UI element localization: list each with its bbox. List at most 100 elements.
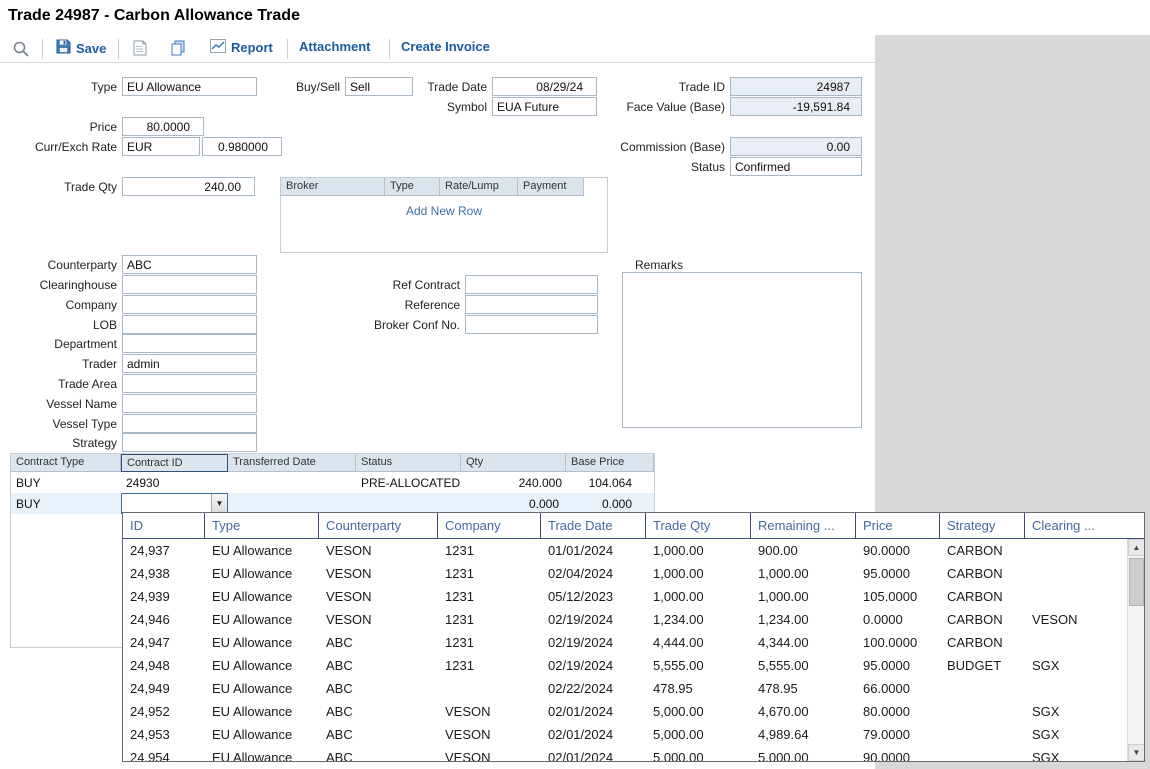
cell-id[interactable]: 24,952: [123, 700, 205, 723]
cell-remaining[interactable]: 4,670.00: [751, 700, 856, 723]
dropdown-header-strategy[interactable]: Strategy: [940, 513, 1025, 539]
cell-price[interactable]: 105.0000: [856, 585, 940, 608]
cell-counterparty[interactable]: ABC: [319, 746, 438, 761]
cell-remaining[interactable]: 4,989.64: [751, 723, 856, 746]
dropdown-result-row[interactable]: 24,949EU AllowanceABC02/22/2024478.95478…: [123, 677, 1127, 700]
cell-base-price[interactable]: 0.000: [566, 493, 654, 514]
cell-remaining[interactable]: 1,000.00: [751, 562, 856, 585]
cell-transferred-date[interactable]: [228, 472, 356, 493]
type-input[interactable]: [122, 77, 257, 96]
cell-counterparty[interactable]: VESON: [319, 562, 438, 585]
cell-counterparty[interactable]: VESON: [319, 539, 438, 562]
exch-rate-input[interactable]: [202, 137, 282, 156]
cell-remaining[interactable]: 5,555.00: [751, 654, 856, 677]
cell-id[interactable]: 24,946: [123, 608, 205, 631]
cell-clearing[interactable]: [1025, 677, 1127, 700]
cell-price[interactable]: 80.0000: [856, 700, 940, 723]
copy-icon[interactable]: [170, 40, 186, 56]
scroll-down-icon[interactable]: ▼: [1128, 744, 1145, 761]
cell-trade-qty[interactable]: 1,000.00: [646, 539, 751, 562]
cell-price[interactable]: 90.0000: [856, 746, 940, 761]
company-input[interactable]: [122, 295, 257, 314]
dropdown-header-counterparty[interactable]: Counterparty: [319, 513, 438, 539]
note-icon[interactable]: [133, 40, 147, 56]
cell-remaining[interactable]: 4,344.00: [751, 631, 856, 654]
cell-trade-qty[interactable]: 1,234.00: [646, 608, 751, 631]
cell-clearing[interactable]: SGX: [1025, 746, 1127, 761]
cell-trade-date[interactable]: 02/19/2024: [541, 631, 646, 654]
cell-type[interactable]: EU Allowance: [205, 700, 319, 723]
cell-trade-date[interactable]: 02/19/2024: [541, 608, 646, 631]
trade-qty-input[interactable]: [122, 177, 255, 196]
cell-clearing[interactable]: SGX: [1025, 654, 1127, 677]
search-icon[interactable]: [12, 40, 30, 58]
dropdown-header-company[interactable]: Company: [438, 513, 541, 539]
cell-contract-id[interactable]: 24930: [121, 472, 228, 493]
lob-input[interactable]: [122, 315, 257, 334]
cell-contract-type[interactable]: BUY: [11, 493, 121, 514]
cell-clearing[interactable]: [1025, 585, 1127, 608]
cell-remaining[interactable]: 478.95: [751, 677, 856, 700]
cell-trade-date[interactable]: 02/01/2024: [541, 723, 646, 746]
cell-contract-id[interactable]: ▼: [121, 493, 228, 514]
trader-input[interactable]: [122, 354, 257, 373]
contracts-header-status[interactable]: Status: [356, 454, 461, 472]
contract-id-combo[interactable]: ▼: [121, 493, 228, 514]
cell-counterparty[interactable]: ABC: [319, 631, 438, 654]
cell-counterparty[interactable]: ABC: [319, 654, 438, 677]
cell-strategy[interactable]: [940, 677, 1025, 700]
dropdown-result-row[interactable]: 24,937EU AllowanceVESON123101/01/20241,0…: [123, 539, 1127, 562]
cell-id[interactable]: 24,939: [123, 585, 205, 608]
dropdown-result-row[interactable]: 24,947EU AllowanceABC123102/19/20244,444…: [123, 631, 1127, 654]
cell-clearing[interactable]: [1025, 631, 1127, 654]
cell-qty[interactable]: 240.000: [461, 472, 566, 493]
vessel-name-input[interactable]: [122, 394, 257, 413]
scrollbar-thumb[interactable]: [1129, 558, 1144, 606]
cell-trade-qty[interactable]: 5,000.00: [646, 746, 751, 761]
contracts-header-base-price[interactable]: Base Price: [566, 454, 654, 472]
reference-input[interactable]: [465, 295, 598, 314]
cell-clearing[interactable]: SGX: [1025, 723, 1127, 746]
cell-strategy[interactable]: [940, 746, 1025, 761]
cell-counterparty[interactable]: VESON: [319, 585, 438, 608]
cell-clearing[interactable]: VESON: [1025, 608, 1127, 631]
cell-type[interactable]: EU Allowance: [205, 631, 319, 654]
attachment-button[interactable]: Attachment: [299, 39, 371, 54]
cell-id[interactable]: 24,949: [123, 677, 205, 700]
cell-price[interactable]: 95.0000: [856, 654, 940, 677]
contracts-header-contract-id[interactable]: Contract ID: [121, 454, 228, 472]
scroll-up-icon[interactable]: ▲: [1128, 539, 1145, 556]
cell-trade-date[interactable]: 02/19/2024: [541, 654, 646, 677]
cell-company[interactable]: 1231: [438, 585, 541, 608]
cell-transferred-date[interactable]: [228, 493, 356, 514]
add-new-row-link[interactable]: Add New Row: [281, 204, 607, 218]
cell-type[interactable]: EU Allowance: [205, 608, 319, 631]
strategy-input[interactable]: [122, 433, 257, 452]
cell-counterparty[interactable]: VESON: [319, 608, 438, 631]
create-invoice-button[interactable]: Create Invoice: [401, 39, 490, 54]
ref-contract-input[interactable]: [465, 275, 598, 294]
cell-trade-qty[interactable]: 1,000.00: [646, 562, 751, 585]
department-input[interactable]: [122, 334, 257, 353]
trade-date-input[interactable]: [492, 77, 597, 96]
dropdown-result-row[interactable]: 24,938EU AllowanceVESON123102/04/20241,0…: [123, 562, 1127, 585]
contracts-header-contract-type[interactable]: Contract Type: [11, 454, 121, 472]
cell-trade-date[interactable]: 02/04/2024: [541, 562, 646, 585]
cell-type[interactable]: EU Allowance: [205, 654, 319, 677]
cell-trade-qty[interactable]: 4,444.00: [646, 631, 751, 654]
cell-price[interactable]: 95.0000: [856, 562, 940, 585]
combo-dropdown-arrow-icon[interactable]: ▼: [211, 494, 227, 513]
dropdown-header-price[interactable]: Price: [856, 513, 940, 539]
cell-strategy[interactable]: CARBON: [940, 539, 1025, 562]
cell-trade-qty[interactable]: 5,000.00: [646, 723, 751, 746]
cell-strategy[interactable]: CARBON: [940, 631, 1025, 654]
cell-price[interactable]: 79.0000: [856, 723, 940, 746]
cell-price[interactable]: 0.0000: [856, 608, 940, 631]
cell-id[interactable]: 24,954: [123, 746, 205, 761]
cell-type[interactable]: EU Allowance: [205, 746, 319, 761]
clearinghouse-input[interactable]: [122, 275, 257, 294]
cell-counterparty[interactable]: ABC: [319, 700, 438, 723]
dropdown-header-remaining[interactable]: Remaining ...: [751, 513, 856, 539]
cell-id[interactable]: 24,947: [123, 631, 205, 654]
cell-company[interactable]: VESON: [438, 723, 541, 746]
